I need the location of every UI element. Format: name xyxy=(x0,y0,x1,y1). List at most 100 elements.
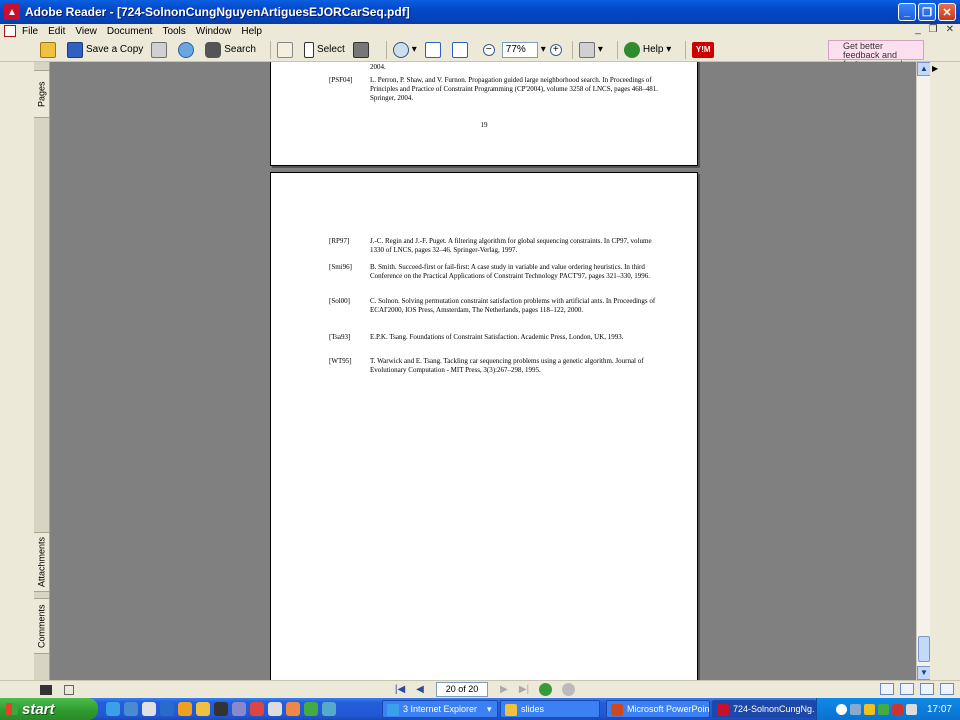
scrollbar-thumb[interactable] xyxy=(918,636,930,662)
open-button[interactable] xyxy=(40,41,59,58)
doc-close-button[interactable]: ✕ xyxy=(946,24,954,35)
menu-file[interactable]: File xyxy=(22,26,38,37)
status-bar: |◀ ◀ 20 of 20 ▶ ▶| xyxy=(0,680,960,698)
document-view[interactable]: 2004. [PSF04] L. Perron, P. Shaw, and V.… xyxy=(50,62,916,680)
next-page-button[interactable]: ▶ xyxy=(497,683,511,697)
antivirus-icon[interactable] xyxy=(891,703,903,715)
start-button[interactable]: start xyxy=(0,698,98,720)
zoom-tool-button[interactable]: ▾ xyxy=(392,41,417,58)
select-tool-button[interactable]: Select xyxy=(303,41,345,58)
doc-restore-button[interactable]: ❐ xyxy=(929,24,938,35)
taskbar-item-internet-explorer[interactable]: 3 Internet Explorer ▾ xyxy=(382,700,498,718)
zoom-dropdown-chevron-icon[interactable]: ▾ xyxy=(541,44,546,55)
explorer-icon[interactable] xyxy=(322,702,336,716)
snapshot-button[interactable] xyxy=(352,41,372,58)
security-icon[interactable] xyxy=(877,703,889,715)
page-number-field[interactable]: 20 of 20 xyxy=(436,682,488,697)
zoom-out-button[interactable]: − xyxy=(482,43,495,56)
command-prompt-icon[interactable] xyxy=(214,702,228,716)
menu-help[interactable]: Help xyxy=(241,26,262,37)
media-icon[interactable] xyxy=(304,702,318,716)
taskbar-item-label: slides xyxy=(521,704,545,714)
menu-edit[interactable]: Edit xyxy=(48,26,65,37)
word-icon[interactable] xyxy=(160,702,174,716)
folder-icon[interactable] xyxy=(196,702,210,716)
page-thumbnail-icon[interactable] xyxy=(40,684,52,695)
language-bar-icon[interactable] xyxy=(863,703,875,715)
maximize-button[interactable]: ❐ xyxy=(918,3,936,21)
fit-page-button[interactable] xyxy=(424,41,444,58)
scroll-up-arrow-icon[interactable]: ▲ xyxy=(917,62,931,76)
continuous-facing-layout-icon[interactable] xyxy=(940,683,954,695)
help-button[interactable]: Help ▾ xyxy=(623,41,671,58)
tab-pages[interactable]: Pages xyxy=(34,70,50,118)
fit-width-button[interactable] xyxy=(451,41,471,58)
single-page-layout-icon[interactable] xyxy=(880,683,894,695)
reference-key: [RP97] xyxy=(329,237,350,245)
powerpoint-icon xyxy=(611,704,623,716)
network-icon[interactable] xyxy=(232,702,246,716)
menu-document[interactable]: Document xyxy=(107,26,153,37)
page-layout-icon[interactable] xyxy=(64,684,74,695)
ie-icon xyxy=(387,704,399,716)
menu-window[interactable]: Window xyxy=(196,26,232,37)
paint-icon[interactable] xyxy=(286,702,300,716)
close-button[interactable]: ✕ xyxy=(938,3,956,21)
network-icon[interactable] xyxy=(849,703,861,715)
expand-pane-arrow-icon[interactable]: ▶ xyxy=(932,64,938,73)
document-icon[interactable] xyxy=(268,702,282,716)
taskbar-item-powerpoint[interactable]: Microsoft PowerPoin... xyxy=(606,700,710,718)
ie-icon[interactable] xyxy=(124,702,138,716)
reference-entry: [Tsa93] E.P.K. Tsang. Foundations of Con… xyxy=(329,333,659,342)
adobe-reader-icon: ▲ xyxy=(4,4,20,20)
document-icon[interactable] xyxy=(4,25,16,37)
calculator-icon[interactable] xyxy=(250,702,264,716)
taskbar-item-adobe-reader[interactable]: 724-SolnonCungNg... xyxy=(712,700,816,718)
menu-view[interactable]: View xyxy=(75,26,97,37)
doc-minimize-button[interactable]: _ xyxy=(915,24,921,35)
pages-menu-button[interactable]: ▾ xyxy=(578,41,603,58)
reference-carryover: 2004. xyxy=(329,63,659,72)
yahoo-messenger-button[interactable]: Y!M xyxy=(692,41,717,58)
firefox-icon[interactable] xyxy=(178,702,192,716)
minimize-button[interactable]: _ xyxy=(898,3,916,21)
tab-attachments[interactable]: Attachments xyxy=(34,532,50,592)
search-label: Search xyxy=(224,44,256,55)
show-hidden-icons-chevron-icon[interactable] xyxy=(835,703,847,715)
reference-entry: [PSF04] L. Perron, P. Shaw, and V. Furno… xyxy=(329,76,659,103)
text-cursor-icon xyxy=(303,41,314,58)
volume-icon[interactable] xyxy=(905,703,917,715)
open-folder-icon xyxy=(40,41,56,58)
go-back-icon[interactable] xyxy=(539,683,552,696)
go-forward-icon[interactable] xyxy=(562,683,575,696)
email-button[interactable] xyxy=(178,41,197,58)
reference-entry: [Smi96] B. Smith. Succeed-first or fail-… xyxy=(329,263,659,281)
ie-icon[interactable] xyxy=(106,702,120,716)
quick-launch xyxy=(106,702,336,716)
vertical-scrollbar[interactable]: ▲ ▼ xyxy=(916,62,931,680)
facing-layout-icon[interactable] xyxy=(920,683,934,695)
menu-tools[interactable]: Tools xyxy=(162,26,185,37)
previous-page-button[interactable]: ◀ xyxy=(413,683,427,697)
continuous-layout-icon[interactable] xyxy=(900,683,914,695)
first-page-button[interactable]: |◀ xyxy=(393,683,407,697)
tab-comments[interactable]: Comments xyxy=(34,598,50,654)
zoom-in-button[interactable]: + xyxy=(549,43,562,56)
hand-icon xyxy=(276,41,293,58)
browser-icon[interactable] xyxy=(142,702,156,716)
yahoo-messenger-icon: Y!M xyxy=(692,41,715,58)
scroll-down-arrow-icon[interactable]: ▼ xyxy=(917,666,931,680)
toolbar-separator xyxy=(269,40,271,59)
taskbar-item-slides[interactable]: slides xyxy=(500,700,600,718)
zoom-level-field[interactable]: 77% xyxy=(501,41,538,58)
save-copy-button[interactable]: Save a Copy xyxy=(67,41,143,58)
hand-tool-button[interactable] xyxy=(276,41,296,58)
print-icon xyxy=(151,41,168,58)
print-button[interactable] xyxy=(151,41,170,58)
feedback-banner[interactable]: Get better feedback and faster approvals xyxy=(828,40,924,69)
page-navigation: |◀ ◀ 20 of 20 ▶ ▶| xyxy=(390,682,580,697)
last-page-button[interactable]: ▶| xyxy=(517,683,531,697)
taskbar: start 3 Internet Explorer ▾ slides Micro… xyxy=(0,698,960,720)
windows-flag-icon xyxy=(6,703,18,715)
search-button[interactable]: Search xyxy=(205,41,256,58)
